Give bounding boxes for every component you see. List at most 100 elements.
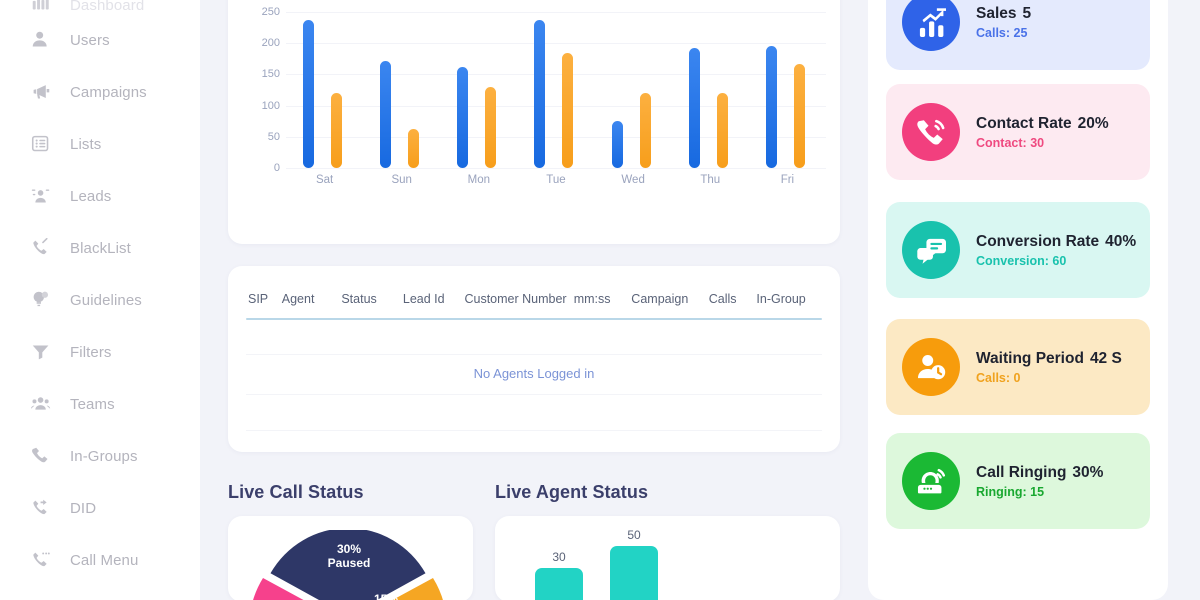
table-column-header[interactable]: SIP (248, 292, 282, 306)
sidebar-item-label: Dashboard (70, 0, 145, 14)
sidebar-item-teams[interactable]: Teams (0, 378, 200, 430)
chart-bar-sales[interactable] (408, 128, 420, 168)
chart-bar-calls[interactable] (380, 60, 392, 168)
chart-bar-calls[interactable] (611, 121, 623, 168)
table-column-header[interactable]: mm:ss (574, 292, 632, 306)
stat-card-title: Call Ringing (976, 463, 1067, 481)
table-column-header[interactable]: Lead Id (403, 292, 465, 306)
sidebar-item-blacklist[interactable]: BlackList (0, 222, 200, 274)
pie-label-paused: 30% Paused (314, 542, 384, 570)
sidebar-item-label: In-Groups (70, 447, 138, 465)
agent-status-bar[interactable] (535, 568, 583, 600)
chart-bar-group (440, 12, 517, 168)
user-clock-icon (902, 338, 960, 396)
chart-bar-sales[interactable] (716, 93, 728, 168)
bar-chart-up-icon (919, 8, 946, 37)
table-body: No Agents Logged in (246, 320, 822, 431)
chart-bar-sales[interactable] (485, 86, 497, 168)
dashboard-icon (30, 0, 52, 14)
guidelines-icon (33, 291, 49, 307)
sidebar-item-leads[interactable]: Leads (0, 170, 200, 222)
megaphone-icon (33, 85, 50, 99)
stat-card-sub-label: Calls: (976, 370, 1011, 385)
sidebar-item-in-groups[interactable]: In-Groups (0, 430, 200, 482)
chart-x-tick: Sun (391, 174, 412, 186)
teams-icon (31, 397, 51, 410)
stat-card-title: Sales (976, 4, 1017, 22)
phone-ring-icon (917, 119, 945, 145)
live-agent-status-card: 30 50 (495, 516, 840, 600)
list-icon (30, 133, 52, 155)
table-column-header[interactable]: Status (341, 292, 403, 306)
phone-forward-icon (30, 497, 52, 519)
phone-block-icon (30, 237, 52, 259)
phone-menu-icon (30, 549, 52, 571)
sidebar-item-label: Guidelines (70, 291, 142, 309)
sidebar-item-call-menu[interactable]: Call Menu (0, 534, 200, 586)
chat-bubbles-icon (902, 221, 960, 279)
chart-bar-calls[interactable] (303, 19, 314, 168)
stat-card-waiting-period[interactable]: Waiting Period 42 S Calls: 0 (886, 319, 1150, 415)
table-column-header[interactable]: In-Group (756, 292, 820, 306)
sidebar-item-label: Campaigns (70, 83, 147, 101)
chart-bar-calls[interactable] (534, 19, 546, 168)
chart-y-tick: 150 (261, 68, 280, 81)
chart-bar-calls[interactable] (457, 66, 469, 168)
stat-card-text: Waiting Period 42 S Calls: 0 (976, 350, 1122, 385)
stat-card-value: 40% (1105, 232, 1137, 250)
chart-bar-sales[interactable] (331, 93, 342, 168)
guidelines-icon (30, 289, 52, 311)
live-agents-table-card: SIP Agent Status Lead Id Customer Number mm:s… (228, 266, 840, 452)
phone-block-icon (33, 238, 48, 255)
table-column-header[interactable]: Customer Number (464, 292, 573, 306)
table-column-header[interactable]: Campaign (631, 292, 708, 306)
phone-ring-icon (902, 103, 960, 161)
stat-card-subtitle-row: Conversion: 60 (976, 254, 1136, 268)
stat-card-subtitle-row: Calls: 0 (976, 371, 1122, 385)
chart-y-tick: 250 (261, 6, 280, 18)
sidebar-item-label: Leads (70, 187, 112, 205)
table-row-divider (246, 430, 822, 431)
leads-icon (30, 185, 52, 207)
chart-bar-sales[interactable] (562, 52, 574, 168)
chart-bar-calls[interactable] (765, 45, 777, 168)
sidebar-item-users[interactable]: Users (0, 14, 200, 66)
sidebar-item-did[interactable]: DID (0, 482, 200, 534)
sidebar-item-label: Filters (70, 343, 112, 361)
chart-x-tick: Wed (621, 174, 645, 186)
chart-bar-sales[interactable] (793, 63, 805, 168)
stat-card-conversion-rate[interactable]: Conversion Rate 40% Conversion: 60 (886, 202, 1150, 298)
table-column-header[interactable]: Calls (709, 292, 757, 306)
stat-card-title-row: Call Ringing 30% (976, 464, 1103, 482)
stat-card-sales[interactable]: Sales 5 Calls: 25 (886, 0, 1150, 70)
pie-label-orange-percent: 15% (374, 592, 399, 600)
sidebar-item-guidelines[interactable]: Guidelines (0, 274, 200, 326)
stat-card-sub-value: 15 (1030, 484, 1045, 499)
stat-card-call-ringing[interactable]: Call Ringing 30% Ringing: 15 (886, 433, 1150, 529)
stat-card-subtitle-row: Calls: 25 (976, 26, 1031, 40)
stat-card-value: 42 S (1089, 349, 1122, 367)
agent-status-bar[interactable] (610, 545, 658, 600)
sidebar-item-campaigns[interactable]: Campaigns (0, 66, 200, 118)
sidebar-item-dashboard[interactable]: Dashboard (0, 0, 200, 14)
chart-bar-group (286, 12, 363, 168)
chart-bar-sales[interactable] (639, 93, 651, 168)
sidebar-item-lists[interactable]: Lists (0, 118, 200, 170)
chart-bar-group (363, 12, 440, 168)
stat-card-contact-rate[interactable]: Contact Rate 20% Contact: 30 (886, 84, 1150, 180)
sidebar-item-filters[interactable]: Filters (0, 326, 200, 378)
bar-chart-up-icon (902, 0, 960, 51)
stat-card-sub-label: Calls: (976, 25, 1011, 40)
calls-bar-chart-card: 250 200 150 100 50 0 Sat Sun Mon Tue Wed Thu Fri (228, 0, 840, 244)
table-column-header[interactable]: Agent (282, 292, 342, 306)
sidebar: Dashboard Users Campaigns Lists Leads BlackLi… (0, 0, 200, 600)
phone-icon (30, 445, 52, 467)
stat-card-title: Waiting Period (976, 349, 1084, 367)
sidebar-item-label: Users (70, 31, 110, 49)
chart-bar-calls[interactable] (688, 47, 700, 168)
calls-bar-chart: 250 200 150 100 50 0 Sat Sun Mon Tue Wed Thu Fri (228, 0, 840, 244)
stat-card-sub-value: 0 (1013, 370, 1021, 385)
stat-card-title: Conversion Rate (976, 232, 1100, 250)
live-call-status-card: 30% Paused 15% (228, 516, 473, 600)
chart-y-tick: 50 (267, 130, 280, 143)
